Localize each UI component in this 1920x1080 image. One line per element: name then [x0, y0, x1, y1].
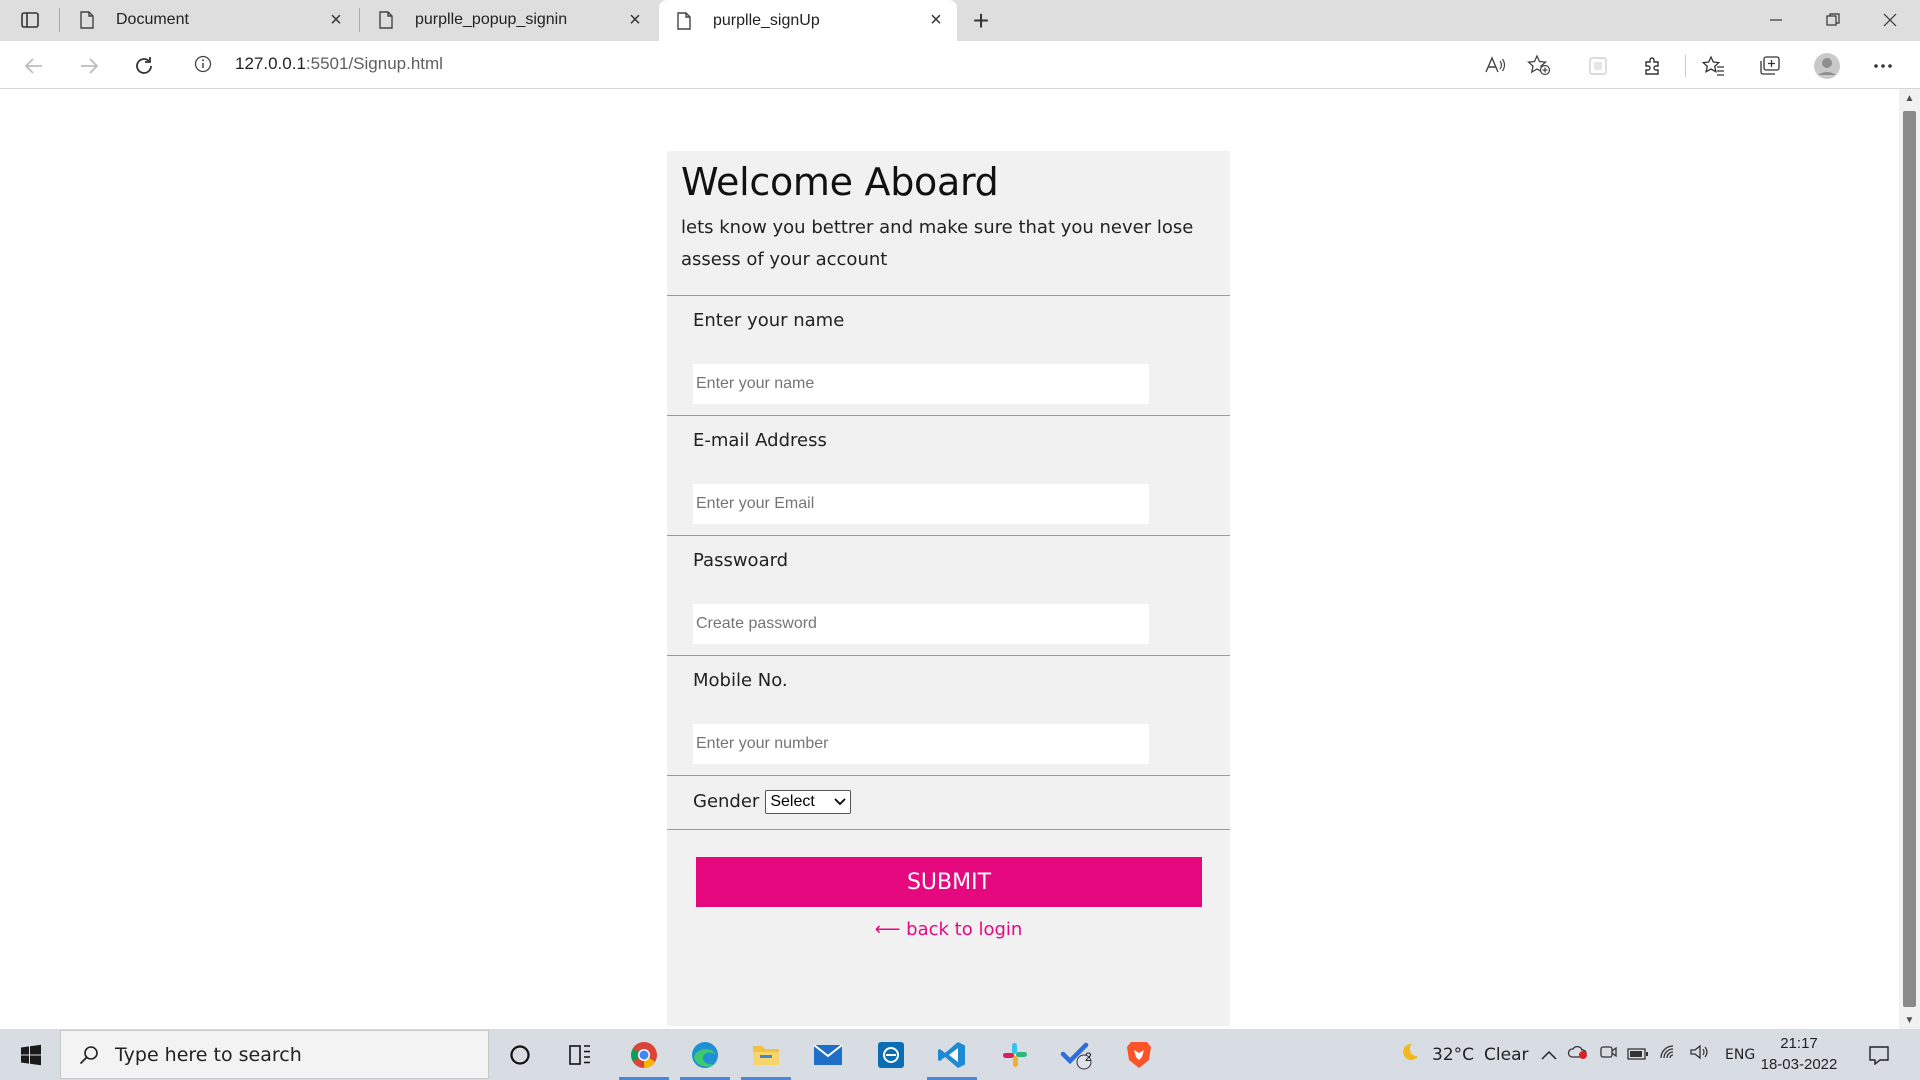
mobile-label: Mobile No. [693, 670, 788, 691]
moon-icon [1398, 1041, 1420, 1068]
email-field-group: E-mail Address [667, 416, 1230, 536]
app-icon[interactable] [866, 1033, 916, 1076]
language-indicator[interactable]: ENG [1725, 1047, 1755, 1063]
mobile-input[interactable] [693, 724, 1149, 764]
task-view-icon[interactable] [555, 1033, 605, 1076]
close-icon[interactable]: × [925, 9, 947, 32]
search-icon [75, 1041, 103, 1069]
start-button[interactable] [8, 1029, 54, 1080]
tab-label: purplle_signUp [713, 11, 820, 29]
browser-toolbar: 127.0.0.1:5501/Signup.html [0, 41, 1920, 89]
chevron-up-icon[interactable] [1541, 1045, 1557, 1065]
tab-separator [359, 8, 360, 32]
todo-badge: 2 [1085, 1050, 1092, 1064]
signup-card: Welcome Aboard lets know you bettrer and… [667, 151, 1230, 1026]
minimize-button[interactable] [1748, 0, 1804, 40]
password-input[interactable] [693, 604, 1149, 644]
onedrive-error-icon[interactable] [1567, 1044, 1589, 1065]
url-path: :5501/Signup.html [305, 54, 443, 73]
submit-button[interactable]: SUBMIT [696, 857, 1202, 907]
vscode-icon[interactable] [927, 1033, 977, 1080]
card-header: Welcome Aboard lets know you bettrer and… [667, 151, 1230, 296]
email-label: E-mail Address [693, 430, 827, 451]
scrollbar-thumb[interactable] [1903, 111, 1916, 1007]
name-label: Enter your name [693, 310, 845, 331]
weather-widget[interactable]: 32°C Clear [1398, 1029, 1528, 1080]
page-viewport: Welcome Aboard lets know you bettrer and… [0, 89, 1899, 1029]
tab-label: Document [116, 11, 189, 28]
back-to-login-link[interactable]: ⟵ back to login [667, 919, 1230, 940]
brave-icon[interactable] [1114, 1033, 1164, 1076]
more-options-icon[interactable] [1866, 49, 1900, 83]
system-tray: ENG [1541, 1029, 1755, 1080]
page-icon [76, 9, 98, 31]
volume-icon[interactable] [1689, 1044, 1709, 1065]
new-tab-button[interactable]: + [966, 5, 996, 36]
tab-signup[interactable]: purplle_signUp × [659, 0, 957, 41]
clock-date: 18-03-2022 [1760, 1056, 1838, 1073]
collections-disabled-icon[interactable] [1581, 49, 1615, 83]
battery-icon[interactable] [1627, 1045, 1649, 1065]
page-icon [375, 9, 397, 31]
tab-separator [59, 8, 60, 32]
profile-avatar[interactable] [1810, 49, 1844, 83]
back-button[interactable] [17, 49, 51, 83]
close-window-button[interactable] [1862, 0, 1918, 40]
gender-select[interactable]: Select [765, 790, 852, 814]
weather-condition: Clear [1484, 1044, 1529, 1065]
address-bar[interactable]: 127.0.0.1:5501/Signup.html [180, 45, 1562, 83]
close-icon[interactable]: × [624, 9, 646, 31]
tab-document[interactable]: Document × [62, 0, 357, 40]
scroll-down-arrow-icon[interactable]: ▼ [1899, 1011, 1920, 1029]
tab-popup-signin[interactable]: purplle_popup_signin × [361, 0, 656, 40]
windows-taskbar: Type here to search 2 32°C Clear ENG 21:… [0, 1029, 1920, 1080]
close-icon[interactable]: × [325, 9, 347, 31]
collections-icon[interactable] [1752, 49, 1786, 83]
weather-temp: 32°C [1432, 1044, 1475, 1065]
wifi-icon[interactable] [1659, 1044, 1679, 1065]
email-input[interactable] [693, 484, 1149, 524]
gender-selected-value: Select [770, 793, 815, 810]
read-aloud-icon[interactable] [1482, 52, 1508, 78]
url-host: 127.0.0.1 [235, 54, 306, 73]
meet-now-icon[interactable] [1599, 1044, 1617, 1065]
mobile-field-group: Mobile No. [667, 656, 1230, 776]
password-label: Passwoard [693, 550, 789, 571]
chrome-icon[interactable] [619, 1033, 669, 1080]
info-icon[interactable] [192, 53, 214, 75]
tab-actions-menu-icon[interactable] [14, 7, 46, 33]
chevron-down-icon [834, 793, 846, 811]
tab-label: purplle_popup_signin [415, 11, 568, 28]
name-input[interactable] [693, 364, 1149, 404]
refresh-button[interactable] [127, 49, 161, 83]
todo-icon[interactable]: 2 [1052, 1033, 1102, 1076]
edge-icon[interactable] [680, 1033, 730, 1080]
toolbar-divider [1685, 55, 1686, 77]
vertical-scrollbar[interactable]: ▲ ▼ [1899, 89, 1920, 1029]
password-field-group: Passwoard [667, 536, 1230, 656]
name-field-group: Enter your name [667, 296, 1230, 416]
clock-time: 21:17 [1780, 1035, 1818, 1052]
clock[interactable]: 21:17 18-03-2022 [1756, 1033, 1842, 1075]
cortana-icon[interactable] [495, 1033, 545, 1076]
slack-icon[interactable] [990, 1033, 1040, 1076]
notification-center-icon[interactable] [1862, 1038, 1896, 1072]
forward-button[interactable] [72, 49, 106, 83]
page-subtitle: lets know you bettrer and make sure that… [681, 217, 1194, 270]
page-title: Welcome Aboard [681, 160, 999, 204]
gender-label: Gender [693, 791, 760, 812]
extensions-icon[interactable] [1636, 49, 1670, 83]
add-favorite-icon[interactable] [1526, 52, 1552, 78]
search-placeholder: Type here to search [115, 1043, 302, 1066]
url-text[interactable]: 127.0.0.1:5501/Signup.html [235, 54, 443, 74]
scroll-up-arrow-icon[interactable]: ▲ [1899, 89, 1920, 107]
taskbar-search[interactable]: Type here to search [60, 1030, 489, 1079]
file-explorer-icon[interactable] [741, 1033, 791, 1080]
page-icon [673, 10, 695, 32]
mail-icon[interactable] [803, 1033, 853, 1076]
restore-button[interactable] [1805, 0, 1861, 40]
favorites-icon[interactable] [1697, 49, 1731, 83]
tab-strip: Document × purplle_popup_signin × purpll… [0, 0, 1920, 41]
gender-field-group: Gender Select [667, 776, 1230, 830]
